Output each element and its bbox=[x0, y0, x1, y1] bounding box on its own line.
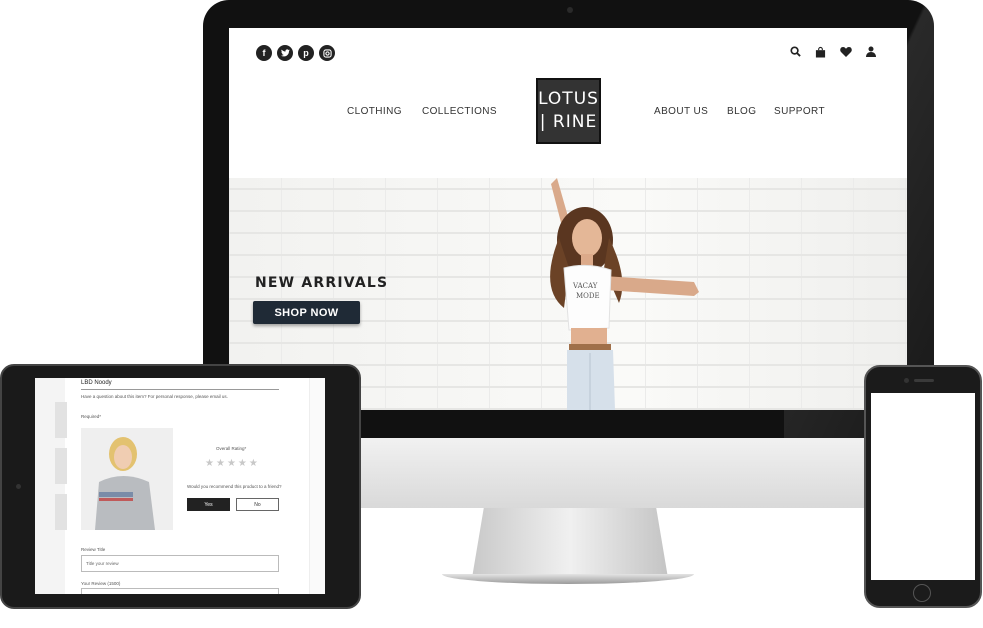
twitter-icon[interactable] bbox=[277, 45, 293, 61]
review-textarea[interactable] bbox=[81, 588, 279, 594]
social-links: f p bbox=[256, 45, 335, 61]
brand-logo[interactable]: LOTUS | RINE bbox=[536, 78, 601, 144]
star-icon[interactable]: ★ bbox=[227, 458, 236, 469]
logo-line-1: LOTUS bbox=[538, 89, 599, 109]
star-icon[interactable]: ★ bbox=[238, 458, 247, 469]
thumbnail[interactable] bbox=[55, 494, 67, 530]
thumbnail-sidebar bbox=[35, 378, 67, 594]
phone-camera-icon bbox=[904, 378, 909, 383]
thumbnail[interactable] bbox=[55, 402, 67, 438]
pinterest-icon[interactable]: p bbox=[298, 45, 314, 61]
product-photo bbox=[81, 428, 173, 530]
hero-model-image: VACAY MODE bbox=[550, 178, 699, 410]
question-text: Have a question about this item? For per… bbox=[81, 394, 228, 399]
svg-text:VACAY: VACAY bbox=[572, 282, 598, 290]
camera-icon bbox=[567, 7, 573, 13]
instagram-icon[interactable] bbox=[319, 45, 335, 61]
shop-now-button[interactable]: SHOP NOW bbox=[253, 301, 360, 324]
product-title: LBD Noody bbox=[81, 380, 112, 386]
phone-speaker bbox=[914, 379, 934, 382]
star-icon[interactable]: ★ bbox=[205, 458, 214, 469]
star-icon[interactable]: ★ bbox=[216, 458, 225, 469]
heart-icon[interactable] bbox=[839, 45, 852, 58]
utility-icons bbox=[789, 45, 877, 58]
logo-line-2: | RINE bbox=[539, 112, 598, 132]
svg-text:MODE: MODE bbox=[576, 292, 600, 300]
top-bar: f p bbox=[229, 28, 907, 78]
nav-support[interactable]: SUPPORT bbox=[774, 106, 825, 117]
yes-button[interactable]: Yes bbox=[187, 498, 230, 511]
nav-about-us[interactable]: ABOUT US bbox=[654, 106, 708, 117]
review-label: Your Review (1500) bbox=[81, 581, 121, 586]
nav-clothing[interactable]: CLOTHING bbox=[347, 106, 402, 117]
phone-screen bbox=[871, 393, 975, 580]
rating-label: Overall Rating* bbox=[216, 446, 247, 451]
review-title-input[interactable]: Title your review bbox=[81, 555, 279, 572]
right-panel bbox=[309, 378, 325, 594]
hero-title: NEW ARRIVALS bbox=[255, 275, 389, 291]
no-button[interactable]: No bbox=[236, 498, 279, 511]
nav-blog[interactable]: BLOG bbox=[727, 106, 756, 117]
bag-icon[interactable] bbox=[814, 45, 827, 58]
monitor-stand bbox=[472, 508, 668, 578]
monitor-foot bbox=[442, 574, 694, 584]
recommend-question: Would you recommend this product to a fr… bbox=[187, 484, 282, 489]
divider bbox=[81, 389, 279, 390]
tablet-camera-icon bbox=[16, 484, 21, 489]
review-title-label: Review Title bbox=[81, 547, 106, 552]
search-icon[interactable] bbox=[789, 45, 802, 58]
star-icon[interactable]: ★ bbox=[249, 458, 258, 469]
home-button[interactable] bbox=[913, 584, 931, 602]
tablet-review-page: LBD Noody Have a question about this ite… bbox=[35, 378, 325, 594]
required-label: Required* bbox=[81, 414, 102, 419]
desktop-website: f p CLOTHING COLLECTIONS LOTUS | RINE AB… bbox=[229, 28, 907, 410]
thumbnail[interactable] bbox=[55, 448, 67, 484]
nav-collections[interactable]: COLLECTIONS bbox=[422, 106, 497, 117]
user-icon[interactable] bbox=[864, 45, 877, 58]
star-rating[interactable]: ★ ★ ★ ★ ★ bbox=[205, 458, 258, 469]
facebook-icon[interactable]: f bbox=[256, 45, 272, 61]
